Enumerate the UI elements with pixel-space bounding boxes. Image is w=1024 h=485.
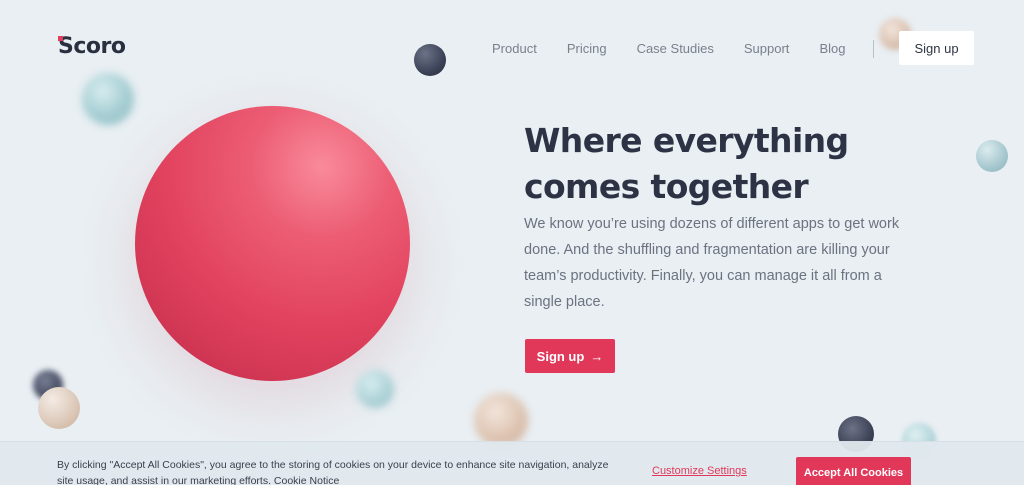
logo-text: Scoro xyxy=(58,34,126,59)
hero-title: Where everything comes together xyxy=(524,121,849,206)
hero-signup-label: Sign up xyxy=(536,348,585,364)
decorative-teal-sphere-right xyxy=(976,140,1008,172)
decorative-beige-sphere-bottom xyxy=(474,393,528,447)
customize-settings-link[interactable]: Customize Settings xyxy=(652,465,747,477)
nav-divider xyxy=(873,40,874,58)
main-navigation: Product Pricing Case Studies Support Blo… xyxy=(492,41,875,56)
nav-item-blog[interactable]: Blog xyxy=(819,41,845,56)
cookie-banner-text: By clicking "Accept All Cookies", you ag… xyxy=(57,457,627,485)
decorative-dark-sphere xyxy=(414,44,446,76)
logo-mark-icon xyxy=(58,36,63,41)
accept-all-cookies-button[interactable]: Accept All Cookies xyxy=(796,457,911,485)
cookie-banner: By clicking "Accept All Cookies", you ag… xyxy=(0,441,1024,485)
nav-item-support[interactable]: Support xyxy=(744,41,790,56)
arrow-right-icon: → xyxy=(590,348,604,364)
hero-description: We know you’re using dozens of different… xyxy=(524,216,900,310)
nav-item-pricing[interactable]: Pricing xyxy=(567,41,607,56)
hero-signup-button[interactable]: Sign up → xyxy=(525,339,615,373)
scoro-logo[interactable]: Scoro xyxy=(58,34,126,59)
nav-item-product[interactable]: Product xyxy=(492,41,537,56)
decorative-beige-sphere-left xyxy=(38,387,80,429)
decorative-teal-sphere xyxy=(82,73,134,125)
header-signup-button[interactable]: Sign up xyxy=(899,31,974,65)
decorative-teal-sphere-mid xyxy=(356,370,394,408)
cookie-notice-link[interactable]: Cookie Notice xyxy=(274,475,339,485)
nav-item-case-studies[interactable]: Case Studies xyxy=(637,41,714,56)
hero-red-sphere xyxy=(135,106,410,381)
